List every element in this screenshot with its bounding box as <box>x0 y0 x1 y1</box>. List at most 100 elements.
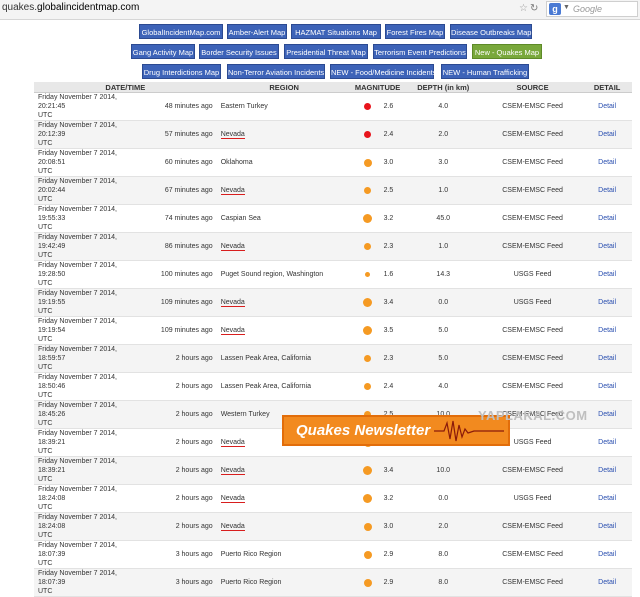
date-text: Friday November 7 2014, 18:39:21 <box>38 458 117 474</box>
magnitude-dot-icon <box>363 214 373 223</box>
cell-magnitude-marker <box>351 316 384 345</box>
region-text: Nevada <box>220 187 245 195</box>
cell-region: Nevada <box>216 484 352 513</box>
nav-button-hazmat-situations-map[interactable]: HAZMAT Situations Map <box>291 24 381 39</box>
cell-source: USGS Feed <box>482 260 583 289</box>
detail-link[interactable]: Detail <box>582 484 632 513</box>
cell-date: Friday November 7 2014, 19:19:54 UTC <box>34 316 146 345</box>
cell-magnitude: 2.4 <box>383 120 404 149</box>
nav-button-gang-activity-map[interactable]: Gang Activity Map <box>131 44 195 59</box>
cell-date: Friday November 7 2014, 19:42:49 UTC <box>34 232 146 261</box>
detail-link[interactable]: Detail <box>582 176 632 205</box>
detail-link[interactable]: Detail <box>582 400 632 429</box>
region-text: Nevada <box>220 523 245 531</box>
cell-ago: 2 hours ago <box>145 456 217 485</box>
cell-source: CSEM-EMSC Feed <box>482 120 583 149</box>
nav-button-presidential-threat-map[interactable]: Presidential Threat Map <box>284 44 368 59</box>
magnitude-dot-icon <box>364 382 372 390</box>
nav-button-border-security-issues[interactable]: Border Security Issues <box>199 44 279 59</box>
cell-source: CSEM-EMSC Feed <box>482 512 583 541</box>
url-host: globalincidentmap.com <box>37 2 140 13</box>
cell-magnitude-marker <box>351 484 384 513</box>
detail-link[interactable]: Detail <box>582 344 632 373</box>
quakes-newsletter-banner[interactable]: Quakes Newsletter <box>282 415 510 446</box>
cell-depth: 3.0 <box>403 148 483 177</box>
region-text: Puerto Rico Region <box>220 551 282 558</box>
region-text: Nevada <box>220 243 245 251</box>
cell-date: Friday November 7 2014, 19:55:33 UTC <box>34 204 146 233</box>
cell-date: Friday November 7 2014, 19:28:50 UTC <box>34 260 146 289</box>
cell-source: CSEM-EMSC Feed <box>482 540 583 569</box>
nav-button-amber-alert-map[interactable]: Amber-Alert Map <box>227 24 287 39</box>
chevron-down-icon[interactable]: ▼ <box>563 4 570 11</box>
detail-link[interactable]: Detail <box>582 512 632 541</box>
detail-link[interactable]: Detail <box>582 456 632 485</box>
cell-date: Friday November 7 2014, 19:19:55 UTC <box>34 288 146 317</box>
cell-source: CSEM-EMSC Feed <box>482 372 583 401</box>
cell-ago: 2 hours ago <box>145 344 217 373</box>
detail-link[interactable]: Detail <box>582 372 632 401</box>
cell-magnitude: 1.6 <box>383 260 404 289</box>
cell-magnitude-marker <box>351 512 384 541</box>
detail-link[interactable]: Detail <box>582 120 632 149</box>
search-placeholder: Google <box>573 4 603 14</box>
address-bar[interactable]: quakes.globalincidentmap.com <box>2 2 139 13</box>
detail-link[interactable]: Detail <box>582 204 632 233</box>
cell-region: Nevada <box>216 316 352 345</box>
cell-magnitude: 3.5 <box>383 316 404 345</box>
nav-button-terrorism-event-predictions[interactable]: Terrorism Event Predictions <box>373 44 467 59</box>
url-prefix: quakes. <box>2 2 38 13</box>
nav-button-globalincidentmap-com[interactable]: GlobalIncidentMap.com <box>139 24 223 39</box>
detail-link[interactable]: Detail <box>582 232 632 261</box>
nav-button-new-human-trafficking[interactable]: NEW - Human Trafficking <box>441 64 529 79</box>
cell-magnitude: 2.4 <box>383 372 404 401</box>
detail-link[interactable]: Detail <box>582 540 632 569</box>
cell-ago: 3 hours ago <box>145 568 217 597</box>
cell-ago: 57 minutes ago <box>145 120 217 149</box>
date-text: Friday November 7 2014, 18:39:21 <box>38 430 117 446</box>
cell-source: CSEM-EMSC Feed <box>482 176 583 205</box>
reload-icon[interactable]: ↻ <box>530 3 538 14</box>
cell-region: Nevada <box>216 232 352 261</box>
cell-region: Oklahoma <box>216 148 352 177</box>
cell-magnitude: 2.9 <box>383 540 404 569</box>
date-text: Friday November 7 2014, 19:55:33 <box>38 206 117 222</box>
date-text: Friday November 7 2014, 19:42:49 <box>38 234 117 250</box>
cell-ago: 2 hours ago <box>145 372 217 401</box>
detail-link[interactable]: Detail <box>582 288 632 317</box>
cell-depth: 5.0 <box>403 344 483 373</box>
nav-button-new-food-medicine-incidents[interactable]: NEW - Food/Medicine Incidents <box>330 64 436 79</box>
table-header-row: DATE/TIME REGION MAGNITUDE DEPTH (in km)… <box>34 82 632 93</box>
detail-link[interactable]: Detail <box>582 568 632 597</box>
nav-button-drug-interdictions-map[interactable]: Drug Interdictions Map <box>142 64 221 79</box>
cell-magnitude: 3.2 <box>383 204 404 233</box>
cell-source: CSEM-EMSC Feed <box>482 568 583 597</box>
date-text: Friday November 7 2014, 20:21:45 <box>38 94 117 110</box>
cell-magnitude-marker <box>351 456 384 485</box>
cell-magnitude: 2.6 <box>383 92 404 121</box>
magnitude-dot-icon <box>365 271 371 277</box>
nav-button-forest-fires-map[interactable]: Forest Fires Map <box>385 24 445 39</box>
detail-link[interactable]: Detail <box>582 316 632 345</box>
detail-link[interactable]: Detail <box>582 92 632 121</box>
cell-depth: 45.0 <box>403 204 483 233</box>
detail-link[interactable]: Detail <box>582 428 632 457</box>
col-region: REGION <box>216 82 352 93</box>
nav-button-non-terror-aviation-incidents[interactable]: Non-Terror Aviation Incidents <box>227 64 325 79</box>
nav-button-disease-outbreaks-map[interactable]: Disease Outbreaks Map <box>450 24 532 39</box>
detail-link[interactable]: Detail <box>582 148 632 177</box>
watermark: YAPLAKAL.COM <box>478 408 588 423</box>
utc-text: UTC <box>38 392 53 399</box>
cell-ago: 86 minutes ago <box>145 232 217 261</box>
nav-button-new-quakes-map[interactable]: New - Quakes Map <box>472 44 542 59</box>
cell-region: Nevada <box>216 456 352 485</box>
google-logo-icon[interactable]: g <box>549 3 561 15</box>
cell-ago: 2 hours ago <box>145 484 217 513</box>
utc-text: UTC <box>38 140 53 147</box>
cell-magnitude: 3.0 <box>383 512 404 541</box>
date-text: Friday November 7 2014, 19:28:50 <box>38 262 117 278</box>
region-text: Oklahoma <box>220 159 253 166</box>
detail-link[interactable]: Detail <box>582 260 632 289</box>
search-box[interactable]: g ▼ Google <box>546 1 638 17</box>
bookmark-star-icon[interactable]: ☆ <box>519 3 528 14</box>
